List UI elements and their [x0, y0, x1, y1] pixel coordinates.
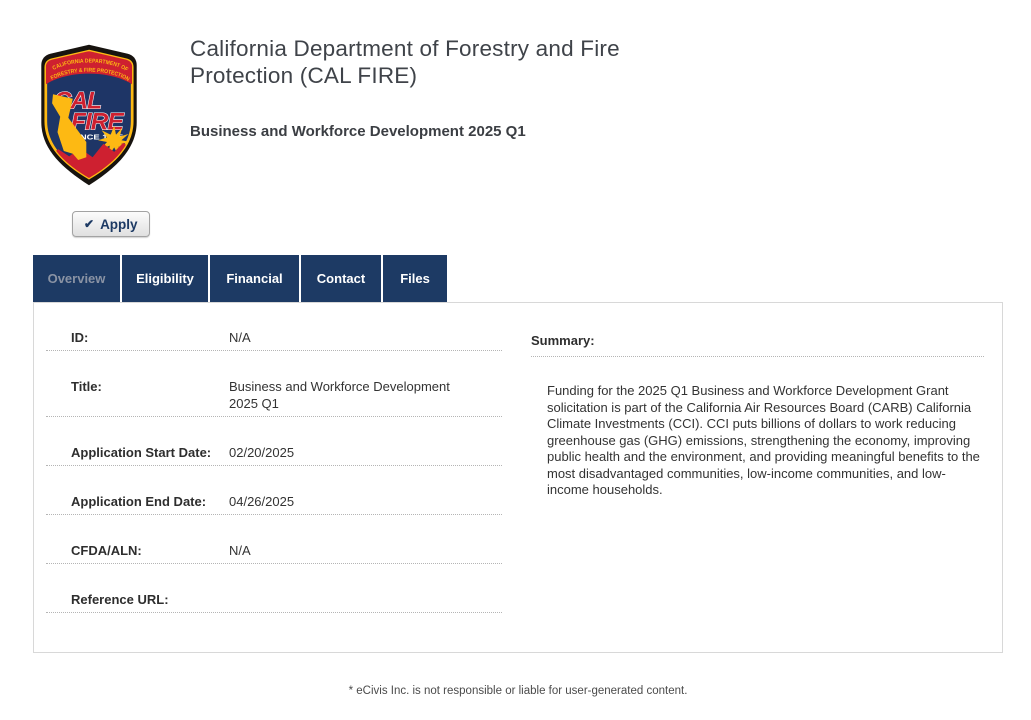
- field-label: Application End Date:: [46, 493, 229, 510]
- field-label: Reference URL:: [46, 591, 229, 608]
- summary-column: Summary: Funding for the 2025 Q1 Busines…: [512, 303, 1002, 652]
- field-value: 02/20/2025: [229, 444, 294, 461]
- cal-fire-shield-icon: CALIFORNIA DEPARTMENT OF FORESTRY & FIRE…: [35, 40, 143, 190]
- disclaimer-text: * eCivis Inc. is not responsible or liab…: [33, 685, 1003, 697]
- field-value: N/A: [229, 329, 251, 346]
- summary-label: Summary:: [531, 333, 984, 357]
- field-value: Business and Workforce Development 2025 …: [229, 378, 454, 412]
- page-title: California Department of Forestry and Fi…: [190, 36, 655, 89]
- logo-word-fire: FIRE: [71, 108, 124, 135]
- tab-bar: Overview Eligibility Financial Contact F…: [33, 255, 447, 302]
- overview-panel: ID: N/A Title: Business and Workforce De…: [33, 302, 1003, 653]
- tab-eligibility[interactable]: Eligibility: [122, 255, 208, 302]
- apply-button-label: Apply: [100, 217, 138, 232]
- tab-files[interactable]: Files: [383, 255, 447, 302]
- tab-financial[interactable]: Financial: [210, 255, 299, 302]
- tab-contact[interactable]: Contact: [301, 255, 381, 302]
- field-row-id: ID: N/A: [46, 329, 502, 351]
- field-row-cfda: CFDA/ALN: N/A: [46, 542, 502, 564]
- field-label: Application Start Date:: [46, 444, 229, 461]
- cal-fire-logo: CALIFORNIA DEPARTMENT OF FORESTRY & FIRE…: [35, 40, 143, 190]
- program-subtitle: Business and Workforce Development 2025 …: [190, 123, 526, 140]
- field-row-end-date: Application End Date: 04/26/2025: [46, 493, 502, 515]
- details-column: ID: N/A Title: Business and Workforce De…: [34, 303, 512, 652]
- field-value: 04/26/2025: [229, 493, 294, 510]
- field-row-start-date: Application Start Date: 02/20/2025: [46, 444, 502, 466]
- field-label: Title:: [46, 378, 229, 412]
- apply-button[interactable]: ✔ Apply: [72, 211, 150, 237]
- summary-text: Funding for the 2025 Q1 Business and Wor…: [547, 383, 984, 499]
- field-value: N/A: [229, 542, 251, 559]
- field-row-reference-url: Reference URL:: [46, 591, 502, 613]
- field-label: CFDA/ALN:: [46, 542, 229, 559]
- checkmark-icon: ✔: [84, 218, 94, 230]
- field-row-title: Title: Business and Workforce Developmen…: [46, 378, 502, 417]
- tab-overview[interactable]: Overview: [33, 255, 120, 302]
- field-label: ID:: [46, 329, 229, 346]
